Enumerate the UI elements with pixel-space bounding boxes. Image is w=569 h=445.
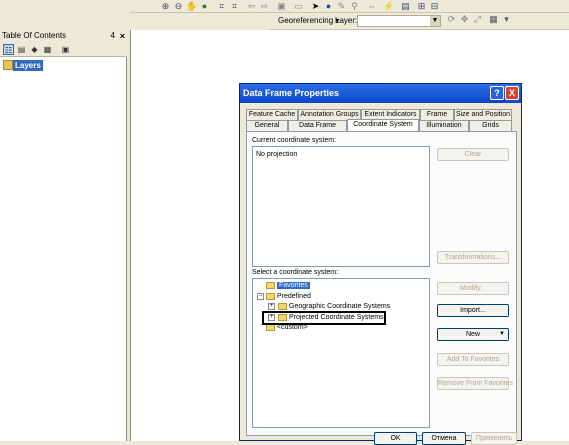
list-by-visibility-icon[interactable]: ◆ <box>29 44 40 55</box>
layer-combobox[interactable]: ▼ <box>357 15 441 27</box>
zoom-in-icon[interactable]: ⊕ <box>160 1 171 12</box>
find-icon[interactable]: ⚲ <box>349 1 360 12</box>
georeferencing-toolbar: Georeferencing ▾ Layer: ▼ ⟳ ✥ ⤢ ▦ ▾ <box>270 13 569 30</box>
tab-data-frame[interactable]: Data Frame <box>288 120 347 131</box>
close-button[interactable]: X <box>505 86 519 100</box>
tab-size-and-position[interactable]: Size and Position <box>454 109 512 120</box>
tab-feature-cache[interactable]: Feature Cache <box>246 109 298 120</box>
tab-coordinate-system[interactable]: Coordinate System <box>347 119 419 131</box>
clear-selection-icon[interactable]: ▭ <box>293 1 304 12</box>
tab-general[interactable]: General <box>246 120 288 131</box>
layers-folder-icon <box>3 60 13 70</box>
toolbar-overflow-icon[interactable]: ⊟ <box>429 1 440 12</box>
toc-header: Table Of Contents 4 × <box>0 30 127 42</box>
help-button[interactable]: ? <box>490 86 504 100</box>
globe-icon[interactable]: ● <box>199 1 210 12</box>
chevron-down-icon: ▼ <box>499 331 505 337</box>
tree-item-label: <custom> <box>277 324 308 331</box>
measure-icon[interactable]: ⇔ <box>366 1 377 12</box>
close-icon[interactable]: × <box>120 30 125 42</box>
open-folder-icon <box>266 292 275 300</box>
folder-icon <box>266 281 275 289</box>
list-by-selection-icon[interactable]: ▦ <box>42 44 53 55</box>
new-button-label: New <box>465 331 480 338</box>
toc-title: Table Of Contents <box>2 31 67 40</box>
toc-layers-root[interactable]: Layers <box>13 60 43 71</box>
pan-icon[interactable]: ✋ <box>186 1 197 12</box>
fixed-zoom-icon[interactable]: ⌗ <box>229 1 240 12</box>
current-coordinate-system-label: Current coordinate system: <box>252 137 337 144</box>
add-to-favorites-button[interactable]: Add To Favorites <box>437 353 509 366</box>
pin-icon[interactable]: 4 <box>111 30 115 42</box>
pencil-icon[interactable]: ✎ <box>336 1 347 12</box>
select-features-icon[interactable]: ▣ <box>276 1 287 12</box>
forward-icon[interactable]: ⇨ <box>259 1 270 12</box>
apply-button[interactable]: Применить <box>471 432 517 445</box>
dialog-title: Data Frame Properties <box>243 88 340 98</box>
select-coordinate-system-label: Select a coordinate system: <box>252 269 338 276</box>
transformations-button[interactable]: Transformations... <box>437 251 509 264</box>
expand-icon[interactable]: + <box>268 303 275 310</box>
georeferencing-menu[interactable]: Georeferencing ▾ <box>278 15 339 27</box>
html-popup-icon[interactable]: ▤ <box>400 1 411 12</box>
zoom-out-icon[interactable]: ⊖ <box>173 1 184 12</box>
current-coordinate-system-value: No projection <box>256 151 298 158</box>
select-elements-icon[interactable]: ➤ <box>310 1 321 12</box>
list-by-drawing-order-icon[interactable]: ☷ <box>3 44 14 55</box>
tree-item-favorites[interactable]: Favorites <box>266 281 310 291</box>
toc-toolbar: ☷ ▤ ◆ ▦ ▣ <box>0 42 127 57</box>
tab-illumination[interactable]: Illumination <box>419 120 469 131</box>
tools-toolbar: ⊕ ⊖ ✋ ● ⌗ ⌗ ⇦ ⇨ ▣ ▭ ➤ ● ✎ ⚲ ⇔ ⚡ ▤ ⊞ ⊟ <box>130 0 569 13</box>
data-frame-properties-dialog: Data Frame Properties ? X Feature Cache … <box>239 83 522 441</box>
remove-from-favorites-button[interactable]: Remove From Favorites <box>437 377 513 390</box>
tab-grids[interactable]: Grids <box>469 120 512 131</box>
rotate-icon[interactable]: ⟳ <box>446 14 457 25</box>
current-coordinate-system-box[interactable]: No projection <box>252 146 430 267</box>
tab-frame[interactable]: Frame <box>420 109 454 120</box>
toolbar-options-icon[interactable]: ▾ <box>501 14 512 25</box>
view-link-table-icon[interactable]: ▦ <box>488 14 499 25</box>
shift-icon[interactable]: ✥ <box>459 14 470 25</box>
options-icon[interactable]: ▣ <box>60 44 71 55</box>
tree-item-label: Favorites <box>277 282 310 289</box>
folder-icon <box>278 302 287 310</box>
tree-item-label: Predefined <box>277 293 311 300</box>
chevron-down-icon[interactable]: ▼ <box>430 16 440 26</box>
tree-item-predefined[interactable]: − Predefined <box>257 292 311 302</box>
layer-label: Layer: <box>335 16 358 25</box>
full-extent-icon[interactable]: ⌗ <box>216 1 227 12</box>
toc-panel <box>0 30 127 441</box>
hyperlink-icon[interactable]: ⚡ <box>383 1 394 12</box>
tree-item-label: Geographic Coordinate Systems <box>289 303 391 310</box>
ok-button[interactable]: OK <box>374 432 417 445</box>
new-button[interactable]: New ▼ <box>437 328 509 341</box>
modify-button[interactable]: Modify... <box>437 282 509 295</box>
annotation-highlight-box <box>262 311 386 325</box>
list-by-source-icon[interactable]: ▤ <box>16 44 27 55</box>
dialog-title-bar[interactable]: Data Frame Properties ? X <box>240 84 521 103</box>
cancel-button[interactable]: Отмена <box>422 432 466 445</box>
clear-button[interactable]: Clear <box>437 148 509 161</box>
add-control-points-icon[interactable]: ⤢ <box>472 14 483 25</box>
back-icon[interactable]: ⇦ <box>246 1 257 12</box>
import-button[interactable]: Import... <box>437 304 509 317</box>
identify-icon[interactable]: ● <box>323 1 334 12</box>
info-icon[interactable]: ⊞ <box>416 1 427 12</box>
collapse-icon[interactable]: − <box>257 293 264 300</box>
